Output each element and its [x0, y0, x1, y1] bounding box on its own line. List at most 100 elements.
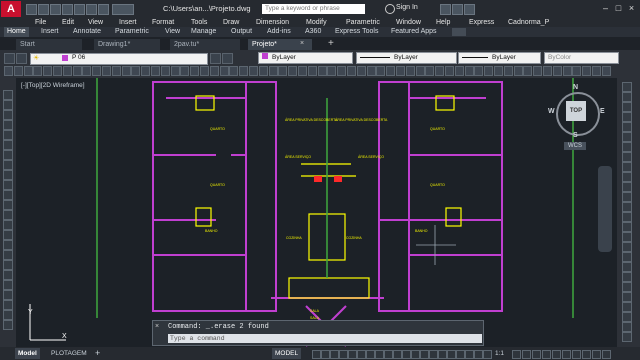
compass-east[interactable]: E [600, 108, 605, 115]
modify-tool-icon[interactable] [622, 112, 632, 122]
modify-tool-icon[interactable] [622, 82, 632, 92]
toolbar-tool-icon[interactable] [562, 66, 572, 76]
modify-tool-icon[interactable] [622, 142, 632, 152]
status-toggle-icon[interactable] [375, 350, 384, 359]
toolbar-tool-icon[interactable] [552, 66, 562, 76]
toolbar-tool-icon[interactable] [170, 66, 180, 76]
save-icon[interactable] [50, 4, 61, 15]
modify-tool-icon[interactable] [622, 252, 632, 262]
modify-tool-icon[interactable] [622, 312, 632, 322]
modify-tool-icon[interactable] [622, 202, 632, 212]
toolbar-tool-icon[interactable] [160, 66, 170, 76]
draw-tool-icon[interactable] [3, 320, 13, 330]
toolbar-tool-icon[interactable] [454, 66, 464, 76]
new-tab-icon[interactable]: + [328, 38, 334, 49]
toolbar-tool-icon[interactable] [474, 66, 484, 76]
undo-icon[interactable] [86, 4, 97, 15]
modify-tool-icon[interactable] [622, 192, 632, 202]
modify-tool-icon[interactable] [622, 152, 632, 162]
layout-tab-model[interactable]: Model [15, 348, 40, 359]
view-cube-top[interactable]: TOP [566, 101, 586, 121]
draw-tool-icon[interactable] [3, 270, 13, 280]
toolbar-tool-icon[interactable] [111, 66, 121, 76]
modify-tool-icon[interactable] [622, 282, 632, 292]
menu-help[interactable]: Help [436, 18, 450, 27]
draw-tool-icon[interactable] [3, 110, 13, 120]
status-toggle-icon[interactable] [465, 350, 474, 359]
toolbar-tool-icon[interactable] [33, 66, 43, 76]
draw-tool-icon[interactable] [3, 250, 13, 260]
toolbar-tool-icon[interactable] [141, 66, 151, 76]
toolbar-tool-icon[interactable] [503, 66, 513, 76]
status-toggle-icon[interactable] [366, 350, 375, 359]
new-icon[interactable] [26, 4, 37, 15]
layout-tab-plotagem[interactable]: PLOTAGEM [48, 348, 90, 359]
menu-file[interactable]: File [35, 18, 46, 27]
toolbar-tool-icon[interactable] [307, 66, 317, 76]
status-toggle-icon[interactable] [447, 350, 456, 359]
toolbar-tool-icon[interactable] [572, 66, 582, 76]
toolbar-tool-icon[interactable] [102, 66, 111, 76]
sign-in-button[interactable]: Sign In [396, 4, 418, 11]
draw-tool-icon[interactable] [3, 170, 13, 180]
status-toggle-icon[interactable] [339, 350, 348, 359]
minimize-icon[interactable]: – [601, 3, 610, 14]
menu-cadnorma[interactable]: Cadnorma_P [508, 18, 549, 27]
plotstyle-dropdown[interactable]: ByColor [544, 52, 619, 64]
tab-insert[interactable]: Insert [38, 27, 62, 37]
toolbar-tool-icon[interactable] [376, 66, 386, 76]
toolbar-tool-icon[interactable] [405, 66, 415, 76]
modify-tool-icon[interactable] [622, 172, 632, 182]
status-toggle-icon[interactable] [384, 350, 393, 359]
tab-featured-apps[interactable]: Featured Apps [388, 27, 440, 37]
toolbar-tool-icon[interactable] [72, 66, 82, 76]
draw-tool-icon[interactable] [3, 180, 13, 190]
redo-icon[interactable] [98, 4, 109, 15]
tab-manage[interactable]: Manage [188, 27, 219, 37]
status-toggle-icon[interactable] [393, 350, 402, 359]
menu-view[interactable]: View [88, 18, 103, 27]
toolbar-tool-icon[interactable] [278, 66, 288, 76]
draw-tool-icon[interactable] [3, 120, 13, 130]
toolbar-tool-icon[interactable] [53, 66, 62, 76]
modify-tool-icon[interactable] [622, 302, 632, 312]
toolbar-tool-icon[interactable] [317, 66, 327, 76]
ribbon-toggle-icon[interactable] [452, 28, 466, 36]
compass-north[interactable]: N [573, 84, 578, 91]
toolbar-tool-icon[interactable] [92, 66, 102, 76]
tab-home[interactable]: Home [4, 27, 29, 37]
draw-tool-icon[interactable] [3, 280, 13, 290]
tab-add-ins[interactable]: Add-ins [264, 27, 294, 37]
modify-tool-icon[interactable] [622, 262, 632, 272]
compass-south[interactable]: S [573, 132, 578, 139]
toolbar-tool-icon[interactable] [82, 66, 92, 76]
toolbar-tool-icon[interactable] [229, 66, 239, 76]
help-icon[interactable] [464, 4, 475, 15]
annotation-scale[interactable]: 1:1 [492, 348, 507, 359]
draw-tool-icon[interactable] [3, 290, 13, 300]
toolbar-tool-icon[interactable] [386, 66, 396, 76]
file-tab-2pav[interactable]: 2pav.tu* [170, 39, 240, 50]
toolbar-tool-icon[interactable] [464, 66, 474, 76]
layer-state-icon[interactable] [16, 53, 27, 64]
toolbar-tool-icon[interactable] [190, 66, 200, 76]
status-toggle-icon[interactable] [330, 350, 339, 359]
toolbar-tool-icon[interactable] [180, 66, 190, 76]
menu-tools[interactable]: Tools [191, 18, 207, 27]
toolbar-tool-icon[interactable] [219, 66, 229, 76]
status-toggle-icon[interactable] [562, 350, 571, 359]
toolbar-tool-icon[interactable] [43, 66, 53, 76]
status-toggle-icon[interactable] [572, 350, 581, 359]
compass-west[interactable]: W [548, 108, 555, 115]
tab-view[interactable]: View [162, 27, 183, 37]
tab-output[interactable]: Output [228, 27, 255, 37]
toolbar-tool-icon[interactable] [592, 66, 601, 76]
status-toggle-icon[interactable] [512, 350, 521, 359]
toolbar-tool-icon[interactable] [200, 66, 209, 76]
maximize-icon[interactable]: □ [614, 3, 623, 14]
status-toggle-icon[interactable] [532, 350, 541, 359]
modify-tool-icon[interactable] [622, 242, 632, 252]
toolbar-tool-icon[interactable] [249, 66, 258, 76]
tab-a360[interactable]: A360 [302, 27, 324, 37]
linetype-dropdown[interactable]: ByLayer [356, 52, 457, 64]
